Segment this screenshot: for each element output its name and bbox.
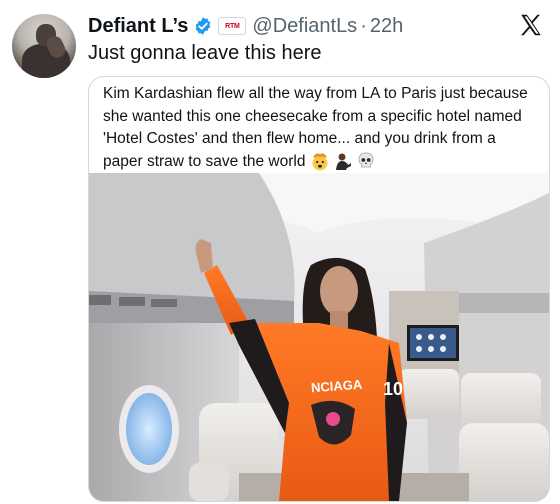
display-name[interactable]: Defiant L’s — [88, 15, 188, 38]
verified-badge-icon — [193, 16, 213, 36]
private-jet-photo[interactable]: NCIAGA 10 — [89, 173, 549, 501]
skull-emoji-icon — [358, 153, 374, 168]
caption-emojis — [310, 151, 376, 171]
jet-interior-illustration: NCIAGA 10 — [89, 173, 549, 501]
x-logo-icon[interactable] — [518, 12, 544, 38]
tweet-header: Defiant L’s RTM @DefiantLs · 22h — [88, 12, 546, 40]
user-handle[interactable]: @DefiantLs — [252, 15, 357, 38]
media-card[interactable]: Kim Kardashian flew all the way from LA … — [88, 76, 550, 502]
mind-blown-emoji-icon — [312, 153, 328, 171]
tweet-text: Just gonna leave this here — [88, 42, 322, 64]
affiliate-badge[interactable]: RTM — [218, 17, 247, 35]
person-emoji-icon — [335, 153, 351, 171]
avatar[interactable] — [12, 14, 76, 78]
media-caption: Kim Kardashian flew all the way from LA … — [103, 83, 539, 173]
jersey-number: 10 — [383, 379, 403, 399]
timestamp[interactable]: 22h — [370, 15, 403, 38]
separator-dot: · — [360, 14, 367, 37]
